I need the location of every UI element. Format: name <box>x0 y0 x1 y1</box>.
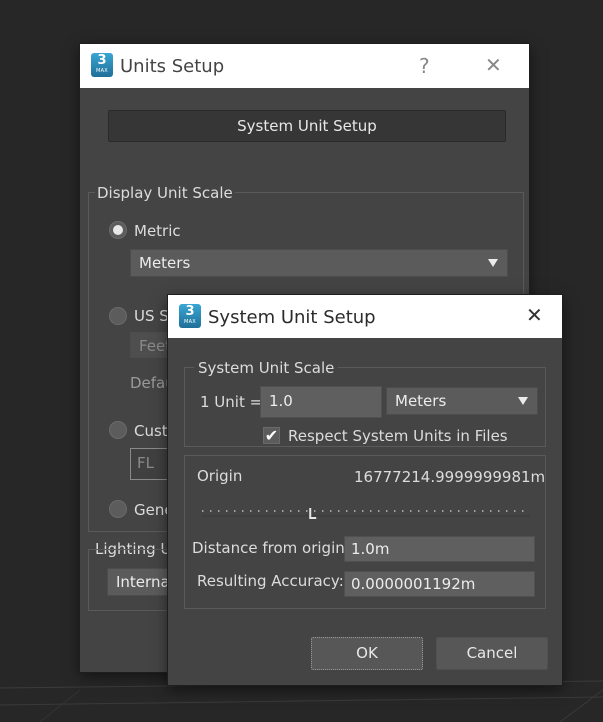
origin-distance-slider[interactable] <box>198 498 534 524</box>
respect-units-checkbox[interactable]: ✔ <box>263 427 280 444</box>
resulting-accuracy-value: 0.0000001192m <box>351 575 476 593</box>
us-standard-value: Feet <box>139 337 172 355</box>
metric-label: Metric <box>134 222 181 240</box>
system-unit-scale-label: System Unit Scale <box>194 359 339 377</box>
metric-units-dropdown[interactable]: Meters <box>130 249 508 277</box>
unit-value: 1.0 <box>269 392 293 410</box>
units-setup-title: Units Setup <box>120 56 225 77</box>
units-setup-titlebar[interactable]: 3 MAX Units Setup ? ✕ <box>80 44 529 88</box>
distance-from-origin-field[interactable]: 1.0m <box>344 536 535 562</box>
origin-value: 16777214.9999999981m <box>354 468 546 486</box>
system-unit-setup-titlebar[interactable]: 3 MAX System Unit Setup ✕ <box>168 295 562 338</box>
chevron-down-icon <box>518 397 528 405</box>
us-standard-radio[interactable] <box>109 307 127 325</box>
system-unit-setup-title: System Unit Setup <box>208 307 376 328</box>
metric-units-value: Meters <box>139 254 191 272</box>
custom-label: Cust <box>134 422 168 440</box>
respect-units-label: Respect System Units in Files <box>288 427 508 445</box>
system-unit-setup-button[interactable]: System Unit Setup <box>108 110 506 142</box>
custom-unit-field[interactable]: FL <box>130 448 170 480</box>
help-icon[interactable]: ? <box>419 54 430 78</box>
distance-from-origin-value: 1.0m <box>351 540 390 558</box>
close-icon[interactable]: ✕ <box>485 53 502 77</box>
one-unit-label: 1 Unit = <box>200 393 263 411</box>
origin-label: Origin <box>197 467 243 485</box>
resulting-accuracy-label: Resulting Accuracy: <box>197 572 344 590</box>
display-unit-scale-label: Display Unit Scale <box>95 184 235 202</box>
custom-unit-value: FL <box>137 454 154 472</box>
chevron-down-icon <box>488 259 498 267</box>
system-unit-setup-dialog: 3 MAX System Unit Setup ✕ System Unit Sca… <box>168 295 562 685</box>
distance-from-origin-label: Distance from origin: <box>192 539 350 557</box>
ok-button[interactable]: OK <box>311 637 423 670</box>
us-standard-label: US S <box>134 307 169 325</box>
custom-radio[interactable] <box>109 421 127 439</box>
close-icon[interactable]: ✕ <box>526 303 543 327</box>
generic-units-radio[interactable] <box>109 500 127 518</box>
resulting-accuracy-field: 0.0000001192m <box>344 571 535 597</box>
lighting-units-group <box>88 549 169 611</box>
3dsmax-app-icon: 3 MAX <box>91 53 113 77</box>
cancel-button[interactable]: Cancel <box>436 637 548 670</box>
3dsmax-app-icon: 3 MAX <box>179 304 201 328</box>
unit-type-value: Meters <box>395 392 447 410</box>
unit-type-dropdown[interactable]: Meters <box>386 387 538 415</box>
unit-value-field[interactable]: 1.0 <box>260 386 382 418</box>
metric-radio[interactable] <box>109 221 127 239</box>
